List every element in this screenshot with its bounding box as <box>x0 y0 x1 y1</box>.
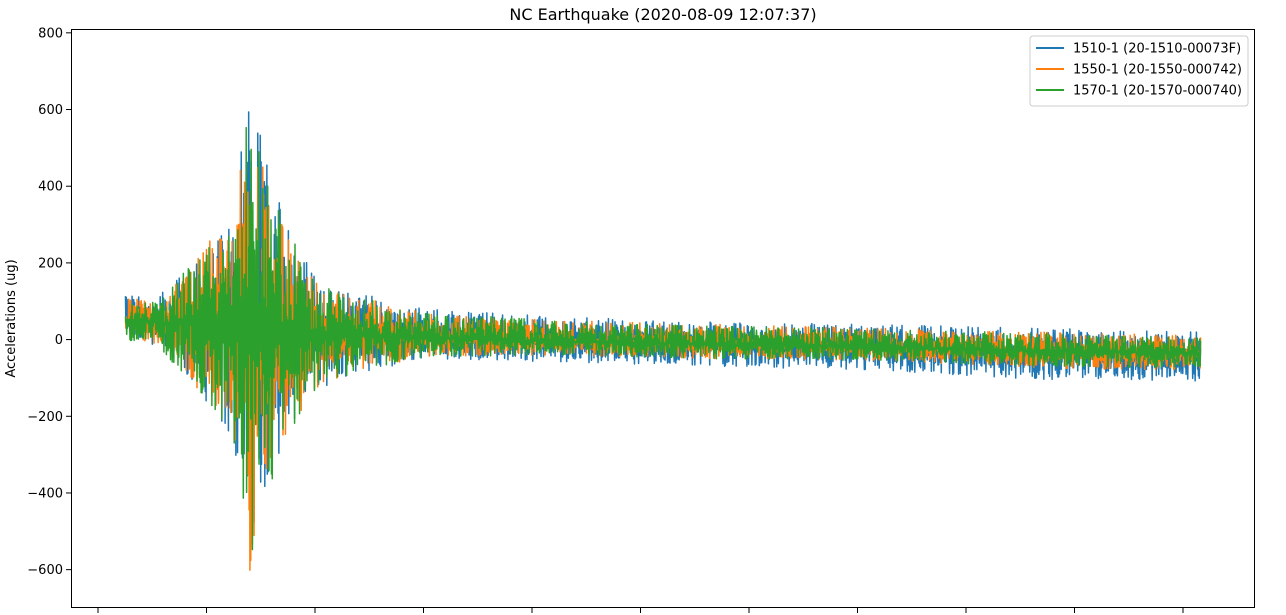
legend-label-2[interactable]: 1550-1 (20-1550-000742) <box>1073 63 1242 78</box>
series-line-3 <box>124 126 1202 551</box>
y-tick-label: −200 <box>27 410 63 425</box>
y-tick-label: 0 <box>55 333 63 348</box>
x-axis <box>97 608 1184 613</box>
y-tick-label: 400 <box>38 180 63 195</box>
y-axis-label: Accelerations (ug) <box>4 259 19 377</box>
legend-label-3[interactable]: 1570-1 (20-1570-000740) <box>1073 84 1242 99</box>
y-tick-label: 800 <box>38 26 63 41</box>
y-tick-label: 600 <box>38 103 63 118</box>
y-tick-label: −400 <box>27 486 63 501</box>
y-axis: 800 600 400 200 0 −200 −400 −600 <box>27 26 71 578</box>
series-layer <box>124 111 1202 571</box>
chart-figure: NC Earthquake (2020-08-09 12:07:37) Acce… <box>0 0 1286 615</box>
legend-label-1[interactable]: 1510-1 (20-1510-00073F) <box>1073 42 1241 57</box>
y-tick-label: −600 <box>27 563 63 578</box>
legend[interactable]: 1510-1 (20-1510-00073F) 1550-1 (20-1550-0… <box>1029 35 1249 107</box>
chart-svg: NC Earthquake (2020-08-09 12:07:37) Acce… <box>4 5 1255 613</box>
chart-title: NC Earthquake (2020-08-09 12:07:37) <box>509 5 816 24</box>
y-tick-label: 200 <box>38 256 63 271</box>
